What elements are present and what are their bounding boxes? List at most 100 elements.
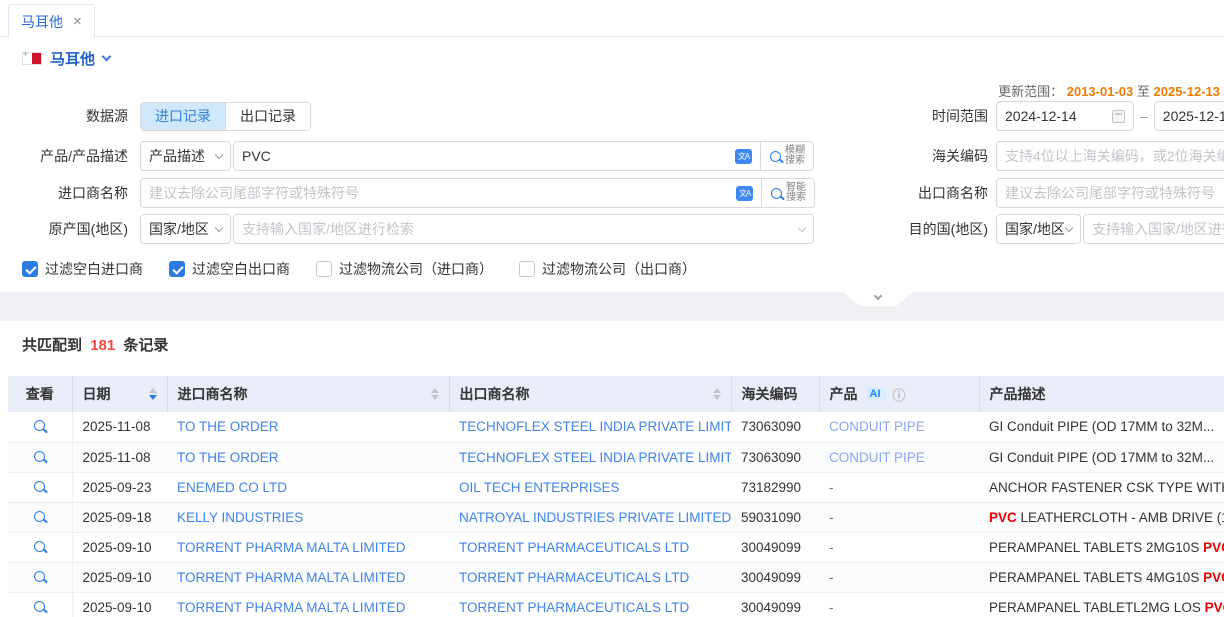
table-row[interactable]: 2025-11-08 TO THE ORDER TECHNOFLEX STEEL… <box>8 412 1224 442</box>
tab-malta[interactable]: 马耳他 × <box>8 4 95 38</box>
destination-label: 目的国(地区) <box>902 219 988 239</box>
smart-search-button[interactable]: 智能搜索 <box>762 178 815 208</box>
chevron-down-icon[interactable] <box>102 52 112 62</box>
info-icon[interactable]: ⓘ <box>893 385 906 404</box>
product-link[interactable]: CONDUIT PIPE <box>829 419 925 434</box>
tab-bar: 马耳他 × <box>0 0 1224 37</box>
hs-code-input[interactable] <box>996 141 1224 171</box>
table-row[interactable]: 2025-11-08 TO THE ORDER TECHNOFLEX STEEL… <box>8 442 1224 472</box>
hs-code-field[interactable] <box>1005 148 1224 164</box>
col-importer[interactable]: 进口商名称 <box>167 376 449 412</box>
table-header-row: 查看 日期 进口商名称 出口商名称 海关编码 产品AIⓘ 产品描述 <box>8 376 1224 412</box>
table-row[interactable]: 2025-09-10 TORRENT PHARMA MALTA LIMITED … <box>8 562 1224 592</box>
exporter-link[interactable]: OIL TECH ENTERPRISES <box>459 480 620 495</box>
importer-link[interactable]: TO THE ORDER <box>177 419 279 434</box>
view-record-icon[interactable] <box>34 420 45 431</box>
view-record-icon[interactable] <box>34 601 45 612</box>
date-from-input[interactable] <box>996 101 1134 131</box>
translate-icon[interactable]: 文A <box>735 149 752 164</box>
update-range-to: 2025-12-13 <box>1154 84 1221 99</box>
hs-cell: 73063090 <box>731 442 819 472</box>
product-type-select[interactable]: 产品描述 <box>140 141 231 171</box>
view-record-icon[interactable] <box>34 451 45 462</box>
destination-type-value: 国家/地区 <box>1005 219 1065 239</box>
exporter-field[interactable] <box>1005 185 1224 201</box>
product-link[interactable]: CONDUIT PIPE <box>829 450 925 465</box>
product-empty: - <box>829 570 834 585</box>
origin-type-value: 国家/地区 <box>149 219 209 239</box>
table-row[interactable]: 2025-09-10 TORRENT PHARMA MALTA LIMITED … <box>8 532 1224 562</box>
desc-cell: PERAMPANEL TABLETL2MG LOS PVC... <box>979 592 1224 617</box>
checkbox-label: 过滤物流公司（进口商） <box>339 259 493 279</box>
view-record-icon[interactable] <box>34 481 45 492</box>
product-input[interactable]: 文A <box>233 141 761 171</box>
importer-input[interactable]: 文A <box>140 178 762 208</box>
date-cell: 2025-09-18 <box>72 502 167 532</box>
checkbox-icon[interactable] <box>519 261 535 277</box>
date-cell: 2025-11-08 <box>72 412 167 442</box>
view-record-icon[interactable] <box>34 571 45 582</box>
chevron-down-icon <box>1065 223 1073 231</box>
destination-type-select[interactable]: 国家/地区 <box>996 214 1081 244</box>
checkbox-icon[interactable] <box>316 261 332 277</box>
view-record-icon[interactable] <box>34 541 45 552</box>
col-date[interactable]: 日期 <box>72 376 167 412</box>
importer-label: 进口商名称 <box>0 183 128 203</box>
update-range: 更新范围： 2013-01-03 至 2025-12-13 <box>998 81 1220 100</box>
date-to-input[interactable] <box>1154 101 1224 131</box>
sort-icons[interactable] <box>149 388 157 400</box>
desc-cell: PERAMPANEL TABLETS 2MG10S PVC... <box>979 532 1224 562</box>
date-cell: 2025-11-08 <box>72 442 167 472</box>
col-exporter[interactable]: 出口商名称 <box>449 376 731 412</box>
filter-blank-importer-checkbox[interactable]: 过滤空白进口商 <box>22 259 143 279</box>
exporter-link[interactable]: TORRENT PHARMACEUTICALS LTD <box>459 570 689 585</box>
importer-link[interactable]: ENEMED CO LTD <box>177 480 287 495</box>
table-row[interactable]: 2025-09-18 KELLY INDUSTRIES NATROYAL IND… <box>8 502 1224 532</box>
importer-link[interactable]: TORRENT PHARMA MALTA LIMITED <box>177 570 406 585</box>
filter-logistics-exporter-checkbox[interactable]: 过滤物流公司（出口商） <box>519 259 696 279</box>
importer-field[interactable] <box>149 185 736 201</box>
product-label: 产品/产品描述 <box>0 146 128 166</box>
search-icon <box>770 151 781 162</box>
sort-icons[interactable] <box>431 388 439 400</box>
importer-link[interactable]: TORRENT PHARMA MALTA LIMITED <box>177 600 406 615</box>
hs-cell: 30049099 <box>731 562 819 592</box>
origin-field[interactable] <box>242 221 799 237</box>
table-row[interactable]: 2025-09-10 TORRENT PHARMA MALTA LIMITED … <box>8 592 1224 617</box>
importer-link[interactable]: KELLY INDUSTRIES <box>177 510 303 525</box>
import-records-toggle[interactable]: 进口记录 <box>141 103 225 130</box>
sort-icons[interactable] <box>713 388 721 400</box>
exporter-link[interactable]: TORRENT PHARMACEUTICALS LTD <box>459 540 689 555</box>
view-record-icon[interactable] <box>34 511 45 522</box>
update-range-word: 至 <box>1137 84 1150 99</box>
product-field[interactable] <box>242 148 735 164</box>
origin-input[interactable] <box>233 214 814 244</box>
search-icon <box>771 188 782 199</box>
destination-input[interactable] <box>1083 214 1224 244</box>
checkbox-label: 过滤空白出口商 <box>192 259 290 279</box>
checkbox-icon[interactable] <box>169 261 185 277</box>
exporter-link[interactable]: TORRENT PHARMACEUTICALS LTD <box>459 600 689 615</box>
exporter-link[interactable]: TECHNOFLEX STEEL INDIA PRIVATE LIMITED <box>459 419 731 434</box>
destination-field[interactable] <box>1092 221 1224 237</box>
filter-logistics-importer-checkbox[interactable]: 过滤物流公司（进口商） <box>316 259 493 279</box>
table-row[interactable]: 2025-09-23 ENEMED CO LTD OIL TECH ENTERP… <box>8 472 1224 502</box>
fuzzy-search-button[interactable]: 模糊搜索 <box>761 141 814 171</box>
date-cell: 2025-09-10 <box>72 562 167 592</box>
result-summary: 共匹配到 181 条记录 <box>8 334 1224 355</box>
date-to-field[interactable] <box>1163 108 1224 124</box>
time-range-label: 时间范围 <box>902 106 988 126</box>
collapse-filters-button[interactable] <box>843 292 913 306</box>
close-icon[interactable]: × <box>73 13 82 30</box>
importer-link[interactable]: TORRENT PHARMA MALTA LIMITED <box>177 540 406 555</box>
translate-icon[interactable]: 文A <box>736 186 753 201</box>
exporter-link[interactable]: TECHNOFLEX STEEL INDIA PRIVATE LIMITED <box>459 450 731 465</box>
date-from-field[interactable] <box>1005 108 1112 124</box>
exporter-link[interactable]: NATROYAL INDUSTRIES PRIVATE LIMITED <box>459 510 731 525</box>
exporter-input[interactable] <box>996 178 1224 208</box>
importer-link[interactable]: TO THE ORDER <box>177 450 279 465</box>
export-records-toggle[interactable]: 出口记录 <box>225 103 310 130</box>
checkbox-icon[interactable] <box>22 261 38 277</box>
origin-type-select[interactable]: 国家/地区 <box>140 214 231 244</box>
filter-blank-exporter-checkbox[interactable]: 过滤空白出口商 <box>169 259 290 279</box>
